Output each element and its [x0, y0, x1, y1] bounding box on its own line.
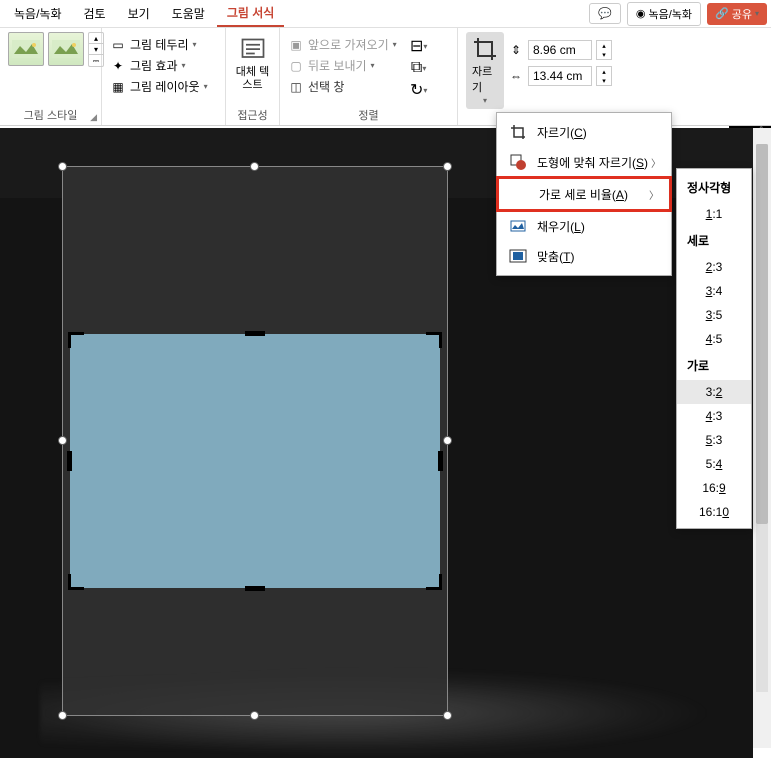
- alt-text-button[interactable]: 대체 텍스트: [234, 32, 271, 92]
- picture-border-button[interactable]: ▭그림 테두리▾: [110, 36, 217, 53]
- width-icon: ⇔: [508, 68, 524, 84]
- group-label-arrange: 정렬: [288, 105, 449, 123]
- comment-icon: 💬: [598, 7, 612, 20]
- aspect-2:3[interactable]: 2:3: [677, 255, 751, 279]
- submenu-header-landscape: 가로: [677, 351, 751, 380]
- align-button[interactable]: ⊟▾: [411, 38, 427, 54]
- record-dot-icon: ◉: [636, 7, 646, 20]
- send-backward-icon: ▢: [288, 58, 304, 74]
- group-arrange: ▣앞으로 가져오기▾ ▢뒤로 보내기▾ ◫선택 창 ⊟▾ ⧉▾ ↻▾ 정렬: [280, 28, 458, 125]
- group-picture-styles: ▴▾⎓ 그림 스타일 ◢: [0, 28, 102, 125]
- group-button[interactable]: ⧉▾: [411, 60, 427, 76]
- aspect-ratio-submenu: 정사각형 1:1 세로 2:33:43:54:5 가로 3:24:35:35:4…: [676, 168, 752, 529]
- crop-handle-bl[interactable]: [68, 574, 84, 590]
- aspect-5:3[interactable]: 5:3: [677, 428, 751, 452]
- rotate-button[interactable]: ↻▾: [411, 82, 427, 98]
- picture-effects-button[interactable]: ✦그림 효과▾: [110, 57, 217, 74]
- resize-handle-mr[interactable]: [443, 436, 452, 445]
- tab-record[interactable]: 녹음/녹화: [4, 1, 72, 26]
- menu-item-fit[interactable]: 맞춤(T): [497, 241, 671, 271]
- group-label-styles: 그림 스타일: [8, 105, 93, 123]
- border-icon: ▭: [110, 37, 126, 53]
- resize-handle-tl[interactable]: [58, 162, 67, 171]
- send-backward-button[interactable]: ▢뒤로 보내기▾: [288, 57, 397, 74]
- group-picture-format-opts: ▭그림 테두리▾ ✦그림 효과▾ ▦그림 레이아웃▾: [102, 28, 226, 125]
- chevron-right-icon: 〉: [649, 187, 659, 202]
- effects-icon: ✦: [110, 58, 126, 74]
- crop-icon: [509, 123, 527, 141]
- resize-handle-br[interactable]: [443, 711, 452, 720]
- resize-handle-ml[interactable]: [58, 436, 67, 445]
- menu-item-crop-to-shape[interactable]: 도형에 맞춰 자르기(S) 〉: [497, 147, 671, 177]
- record-button[interactable]: ◉녹음/녹화: [627, 2, 701, 26]
- group-size: 자르기 ▾ ⇕ ▴▾ ⇔ ▴▾ 크기 ◢: [458, 28, 606, 125]
- submenu-header-square: 정사각형: [677, 173, 751, 202]
- aspect-4:5[interactable]: 4:5: [677, 327, 751, 351]
- aspect-4:3[interactable]: 4:3: [677, 404, 751, 428]
- aspect-5:4[interactable]: 5:4: [677, 452, 751, 476]
- group-accessibility: 대체 텍스트 접근성: [226, 28, 280, 125]
- resize-handle-tm[interactable]: [250, 162, 259, 171]
- alt-text-icon: [239, 36, 267, 64]
- vertical-scrollbar[interactable]: [753, 128, 771, 748]
- tab-help[interactable]: 도움말: [162, 1, 215, 26]
- crop-handle-br[interactable]: [426, 574, 442, 590]
- bring-forward-icon: ▣: [288, 37, 304, 53]
- aspect-1-1[interactable]: 1:1: [677, 202, 751, 226]
- crop-handle-tr[interactable]: [426, 332, 442, 348]
- resize-handle-bm[interactable]: [250, 711, 259, 720]
- group-label-access: 접근성: [234, 105, 271, 123]
- menu-item-aspect-ratio[interactable]: 가로 세로 비율(A) 〉: [496, 176, 672, 212]
- crop-handle-bm[interactable]: [245, 586, 265, 591]
- chevron-right-icon: 〉: [651, 155, 661, 170]
- crop-handle-tl[interactable]: [68, 332, 84, 348]
- resize-handle-bl[interactable]: [58, 711, 67, 720]
- tab-view[interactable]: 보기: [118, 1, 160, 26]
- menu-item-crop[interactable]: 자르기(C): [497, 117, 671, 147]
- crop-button[interactable]: 자르기 ▾: [466, 32, 504, 109]
- comments-button[interactable]: 💬: [589, 3, 621, 24]
- fit-icon: [509, 247, 527, 265]
- picture-layout-button[interactable]: ▦그림 레이아웃▾: [110, 78, 217, 95]
- share-button[interactable]: 🔗공유▾: [707, 3, 767, 25]
- picture-style-thumb-2[interactable]: [48, 32, 84, 66]
- crop-handle-rm[interactable]: [438, 451, 443, 471]
- height-icon: ⇕: [508, 42, 524, 58]
- crop-handle-tm[interactable]: [245, 331, 265, 336]
- crop-region[interactable]: [70, 334, 440, 588]
- aspect-16:9[interactable]: 16:9: [677, 476, 751, 500]
- aspect-16:10[interactable]: 16:10: [677, 500, 751, 524]
- picture-style-thumb-1[interactable]: [8, 32, 44, 66]
- dialog-launcher-styles[interactable]: ◢: [90, 112, 97, 123]
- selection-pane-button[interactable]: ◫선택 창: [288, 78, 397, 95]
- selection-pane-icon: ◫: [288, 79, 304, 95]
- crop-icon: [472, 36, 498, 62]
- crop-handle-lm[interactable]: [67, 451, 72, 471]
- aspect-3:4[interactable]: 3:4: [677, 279, 751, 303]
- fill-icon: [509, 217, 527, 235]
- height-input[interactable]: [528, 40, 592, 60]
- layout-icon: ▦: [110, 79, 126, 95]
- width-input[interactable]: [528, 66, 592, 86]
- tab-review[interactable]: 검토: [74, 1, 116, 26]
- aspect-3:2[interactable]: 3:2: [677, 380, 751, 404]
- share-icon: 🔗: [715, 7, 729, 20]
- bring-forward-button[interactable]: ▣앞으로 가져오기▾: [288, 36, 397, 53]
- menu-item-fill[interactable]: 채우기(L): [497, 211, 671, 241]
- crop-dropdown-menu: 자르기(C) 도형에 맞춰 자르기(S) 〉 가로 세로 비율(A) 〉 채우기…: [496, 112, 672, 276]
- resize-handle-tr[interactable]: [443, 162, 452, 171]
- menubar: 녹음/녹화 검토 보기 도움말 그림 서식 💬 ◉녹음/녹화 🔗공유▾: [0, 0, 771, 28]
- crop-shape-icon: [509, 153, 527, 171]
- tab-picture-format[interactable]: 그림 서식: [217, 0, 285, 27]
- submenu-header-portrait: 세로: [677, 226, 751, 255]
- aspect-3:5[interactable]: 3:5: [677, 303, 751, 327]
